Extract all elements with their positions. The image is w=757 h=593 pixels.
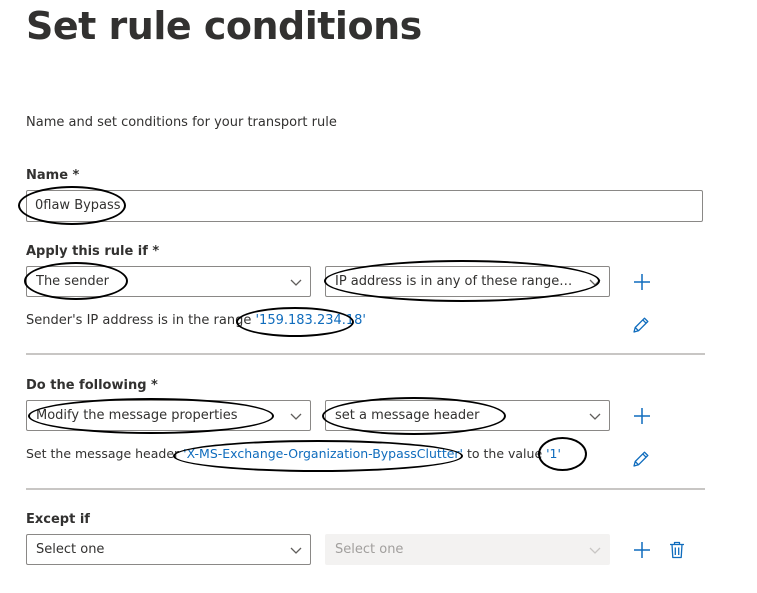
add-exception-plus-icon[interactable]	[632, 540, 652, 560]
name-label: Name *	[26, 168, 80, 183]
action-dropdown[interactable]: Modify the message properties	[26, 400, 311, 431]
condition-description: Sender's IP address is in the range '159…	[26, 313, 366, 328]
condition-dropdown-value: The sender	[36, 274, 109, 289]
action-description-prefix: Set the message header	[26, 446, 180, 461]
except-if-label: Except if	[26, 512, 90, 527]
edit-condition-pencil-icon[interactable]	[631, 315, 651, 335]
header-value-link[interactable]: '1'	[546, 446, 561, 461]
chevron-down-icon	[589, 413, 601, 420]
action-dropdown-value: Modify the message properties	[36, 408, 238, 423]
action-description-middle: to the value	[466, 446, 543, 461]
chevron-down-icon	[589, 547, 601, 554]
subcondition-dropdown[interactable]: IP address is in any of these ranges or.…	[325, 266, 610, 297]
chevron-down-icon	[290, 547, 302, 554]
do-following-label: Do the following *	[26, 378, 158, 393]
apply-rule-label: Apply this rule if *	[26, 244, 160, 259]
subexception-dropdown: Select one	[325, 534, 610, 565]
set-rule-conditions-page: Set rule conditions Name and set conditi…	[0, 0, 757, 593]
add-action-plus-icon[interactable]	[632, 406, 652, 426]
page-title: Set rule conditions	[26, 4, 422, 48]
delete-exception-trash-icon[interactable]	[667, 540, 687, 560]
chevron-down-icon	[290, 279, 302, 286]
subaction-dropdown[interactable]: set a message header	[325, 400, 610, 431]
chevron-down-icon	[290, 413, 302, 420]
condition-description-prefix: Sender's IP address is in the range	[26, 313, 252, 328]
exception-dropdown-value: Select one	[36, 542, 105, 557]
name-input-value: 0flaw Bypass	[35, 198, 121, 213]
ip-range-link[interactable]: '159.183.234.18'	[255, 313, 366, 328]
edit-action-pencil-icon[interactable]	[631, 449, 651, 469]
chevron-down-icon	[589, 279, 601, 286]
add-condition-plus-icon[interactable]	[632, 272, 652, 292]
header-name-link[interactable]: 'X-MS-Exchange-Organization-BypassClutte…	[183, 446, 463, 461]
condition-dropdown[interactable]: The sender	[26, 266, 311, 297]
action-description: Set the message header 'X-MS-Exchange-Or…	[26, 446, 561, 461]
subaction-dropdown-value: set a message header	[335, 408, 480, 423]
name-input[interactable]: 0flaw Bypass	[26, 190, 703, 222]
section-divider	[26, 353, 705, 355]
subexception-dropdown-value: Select one	[335, 542, 404, 557]
subcondition-dropdown-value: IP address is in any of these ranges or.…	[335, 274, 575, 289]
exception-dropdown[interactable]: Select one	[26, 534, 311, 565]
page-subtitle: Name and set conditions for your transpo…	[26, 115, 337, 130]
section-divider	[26, 488, 705, 490]
